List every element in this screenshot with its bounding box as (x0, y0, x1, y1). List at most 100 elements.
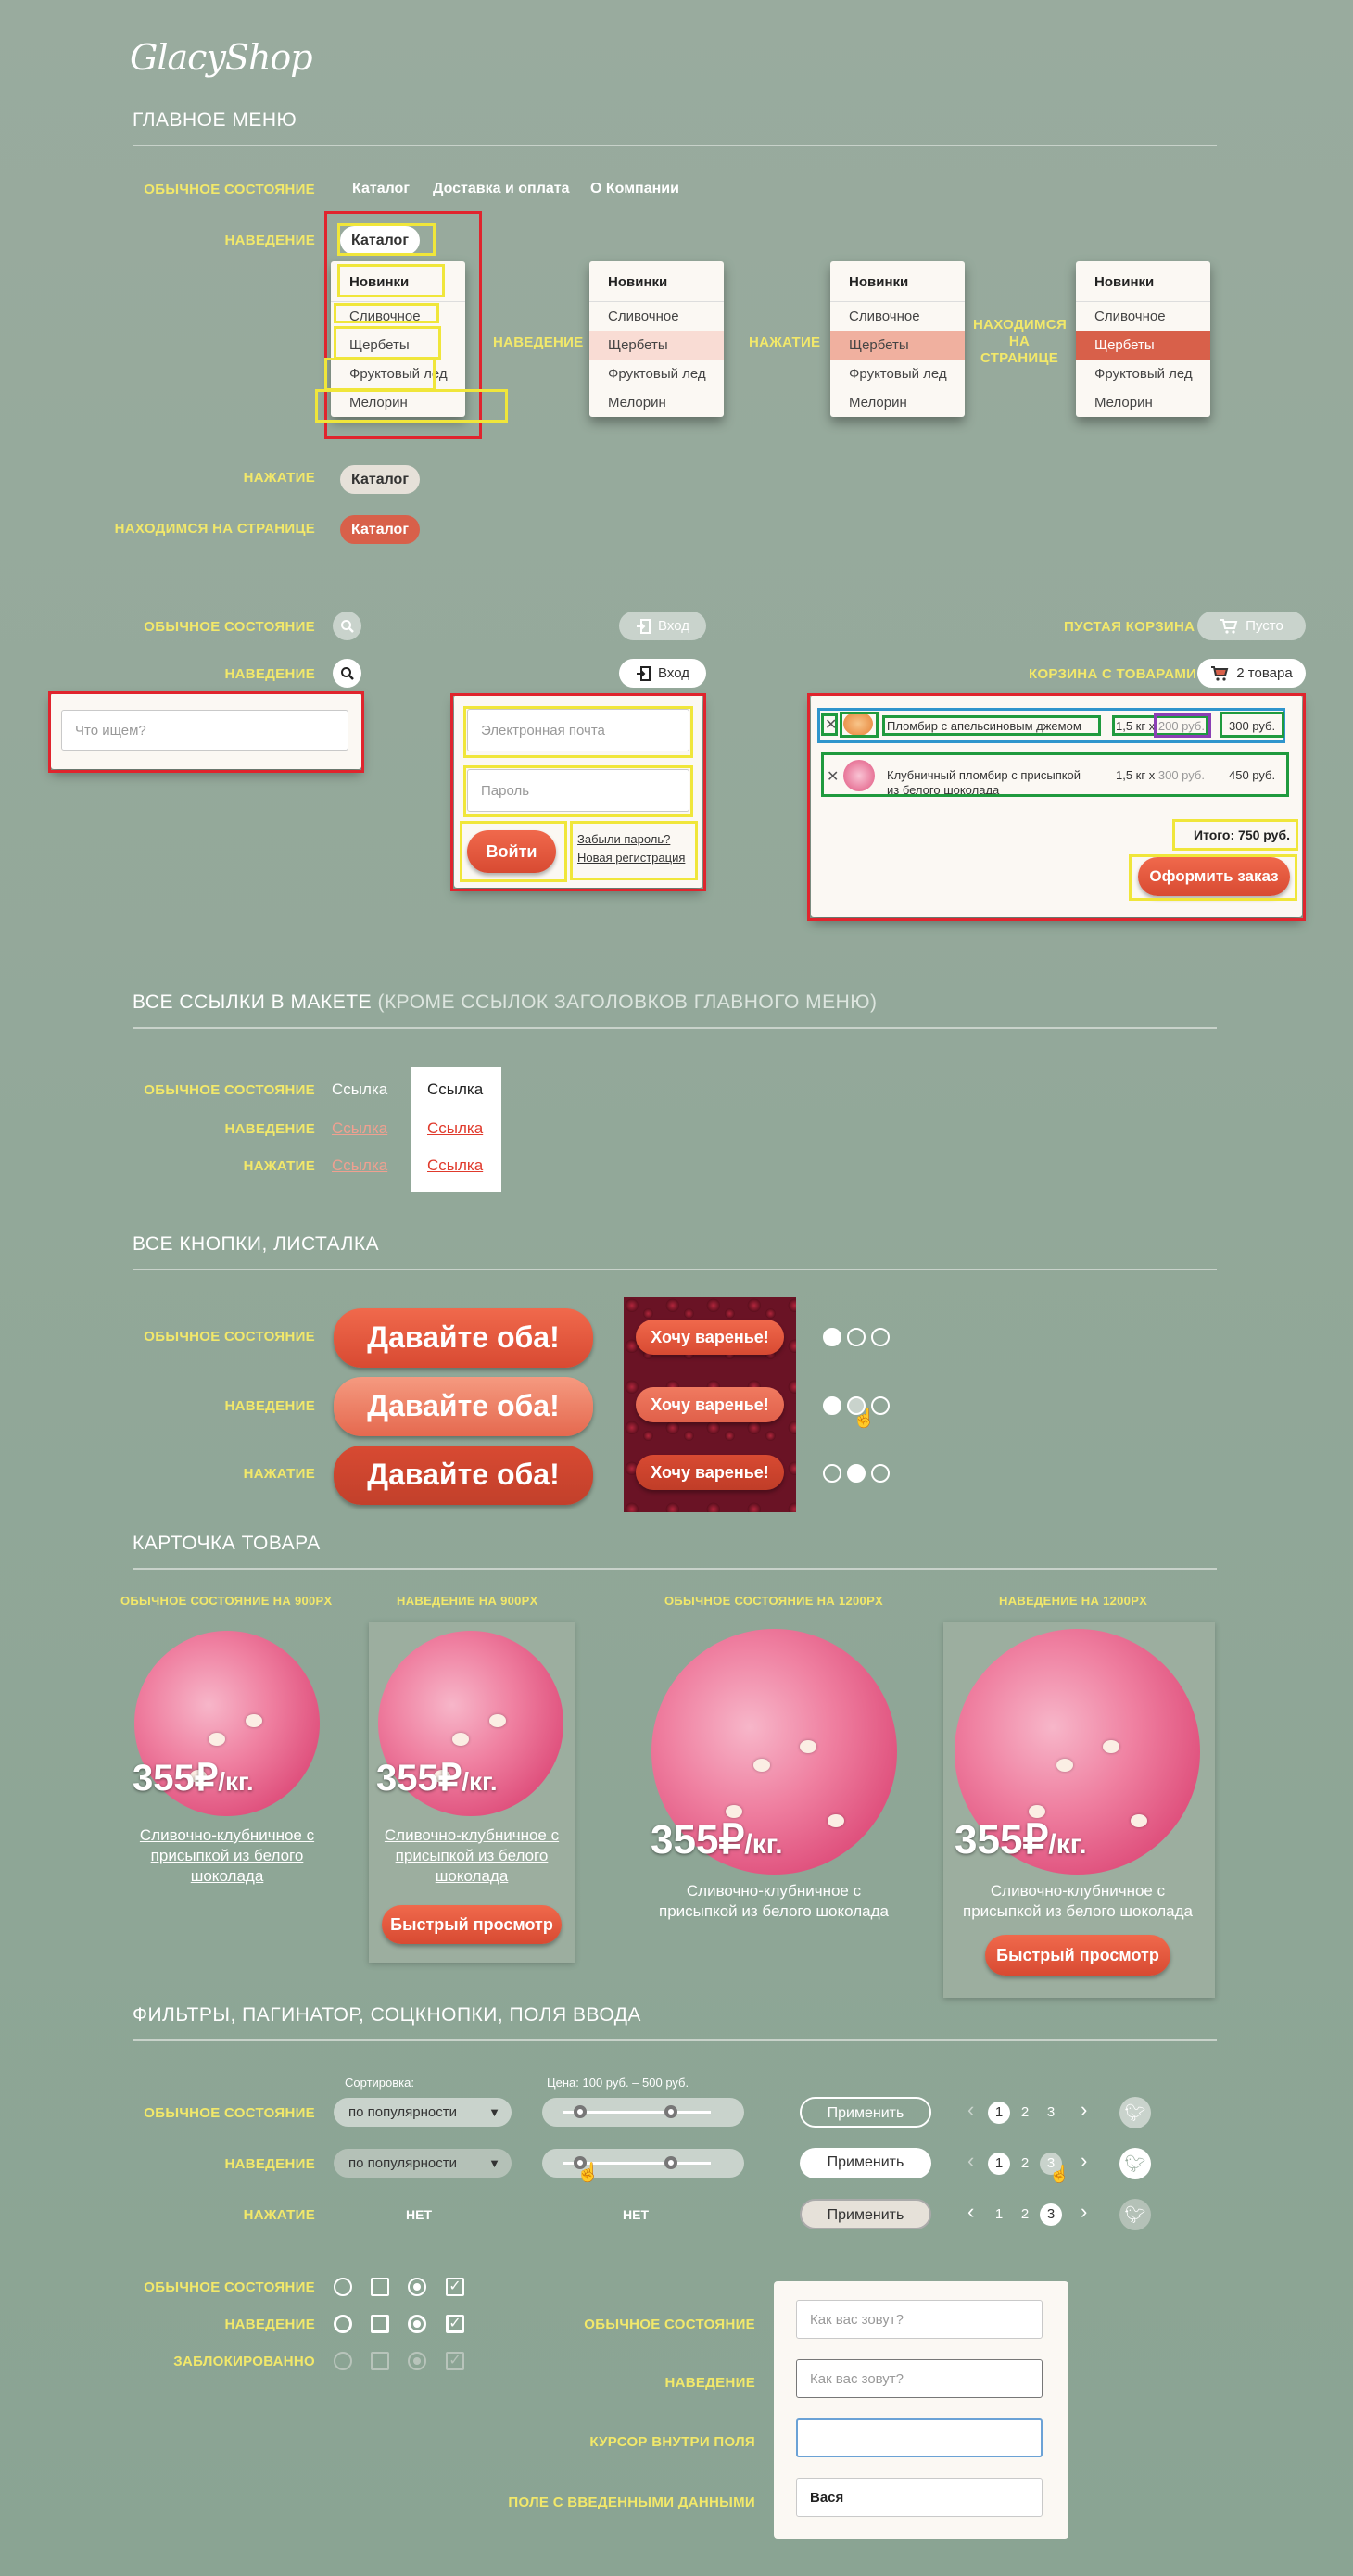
checkbox-unchecked[interactable] (371, 2315, 389, 2333)
checkbox-unchecked[interactable] (371, 2278, 389, 2296)
twitter-button[interactable]: 🐦︎ (1119, 2148, 1151, 2179)
dropdown-item[interactable]: Мелорин (1076, 388, 1210, 417)
name-field[interactable]: Вася (796, 2478, 1043, 2517)
product-name[interactable]: Сливочно-клубничное с присыпкой из белог… (649, 1881, 899, 1922)
next-page[interactable]: › (1081, 2098, 1087, 2122)
quick-view-button[interactable]: Быстрый просмотр (985, 1935, 1170, 1976)
prev-page[interactable]: ‹ (967, 2200, 974, 2224)
radio-unchecked[interactable] (334, 2278, 352, 2296)
state-label-hover-900: НАВЕДЕНИЕ НА 900PX (397, 1594, 538, 1608)
slider-dot[interactable] (823, 1328, 841, 1346)
dropdown-item[interactable]: Новинки (589, 269, 724, 302)
prev-page[interactable]: ‹ (967, 2098, 974, 2122)
link-hover[interactable]: Ссылка (427, 1119, 483, 1138)
slider-handle[interactable] (664, 2156, 677, 2169)
twitter-button[interactable]: 🐦︎ (1119, 2199, 1151, 2230)
price-value: 355₽ (133, 1758, 219, 1799)
price-slider[interactable] (542, 2149, 744, 2178)
login-button[interactable]: Вход (619, 659, 706, 688)
primary-big-button[interactable]: Давайте оба! (334, 1446, 593, 1505)
search-button[interactable] (333, 659, 361, 688)
quick-view-button[interactable]: Быстрый просмотр (382, 1905, 562, 1944)
sort-select[interactable]: по популярности ▼ (334, 2098, 512, 2127)
link-hover[interactable]: Ссылка (332, 1119, 387, 1138)
search-button[interactable] (333, 612, 361, 640)
dropdown-item[interactable]: Фруктовый лед (589, 360, 724, 388)
page-2[interactable]: 2 (1014, 2203, 1036, 2226)
apply-button[interactable]: Применить (800, 2097, 931, 2128)
dropdown-item[interactable]: Сливочное (1076, 302, 1210, 331)
page-1[interactable]: 1 (988, 2102, 1010, 2124)
sort-select[interactable]: по популярности ▼ (334, 2149, 512, 2178)
dropdown-item[interactable]: Щербеты (589, 331, 724, 360)
slider-dot[interactable] (823, 1396, 841, 1415)
state-label-normal: ОБЫЧНОЕ СОСТОЯНИЕ (144, 619, 315, 635)
page-1[interactable]: 1 (988, 2203, 1010, 2226)
apply-button[interactable]: Применить (800, 2199, 931, 2229)
dropdown-item[interactable]: Щербеты (1076, 331, 1210, 360)
dropdown-item[interactable]: Сливочное (589, 302, 724, 331)
link-press[interactable]: Ссылка (332, 1156, 387, 1175)
page-2[interactable]: 2 (1014, 2153, 1036, 2175)
slide-button[interactable]: Хочу варенье! (636, 1455, 784, 1490)
cart-button[interactable]: 2 товара (1197, 659, 1306, 688)
page-3[interactable]: 3 (1040, 2102, 1062, 2124)
checkbox-checked[interactable]: ✓ (446, 2278, 464, 2296)
annotation-box (821, 752, 1289, 797)
page-2[interactable]: 2 (1014, 2102, 1036, 2124)
dropdown-item[interactable]: Новинки (1076, 269, 1210, 302)
slider-dot[interactable] (847, 1464, 866, 1483)
link-normal[interactable]: Ссылка (332, 1080, 387, 1099)
page-3[interactable]: 3 (1040, 2203, 1062, 2226)
slider-dot[interactable] (847, 1328, 866, 1346)
radio-checked[interactable] (408, 2315, 426, 2333)
nav-catalog-current[interactable]: Каталог (340, 515, 420, 544)
next-page[interactable]: › (1081, 2200, 1087, 2224)
name-field[interactable] (796, 2418, 1043, 2457)
page-1[interactable]: 1 (988, 2153, 1010, 2175)
name-field[interactable]: Как вас зовут? (796, 2300, 1043, 2339)
slider-handle[interactable] (574, 2105, 587, 2118)
product-name[interactable]: Сливочно-клубничное с присыпкой из белог… (953, 1881, 1203, 1922)
state-label-hover: НАВЕДЕНИЕ (224, 1398, 315, 1414)
checkbox-checked[interactable]: ✓ (446, 2315, 464, 2333)
nav-about[interactable]: О Компании (590, 181, 679, 197)
primary-big-button[interactable]: Давайте оба! (334, 1377, 593, 1436)
dropdown-item[interactable]: Сливочное (830, 302, 965, 331)
login-button[interactable]: Вход (619, 612, 706, 640)
radio-checked[interactable] (408, 2278, 426, 2296)
prev-page[interactable]: ‹ (967, 2149, 974, 2173)
slider-dot[interactable] (871, 1328, 890, 1346)
dropdown-item[interactable]: Мелорин (830, 388, 965, 417)
dropdown-menu: Новинки Сливочное Щербеты Фруктовый лед … (1076, 261, 1210, 417)
dropdown-item[interactable]: Новинки (830, 269, 965, 302)
slider-dot[interactable] (871, 1464, 890, 1483)
product-name[interactable]: Сливочно-клубничное с присыпкой из белог… (374, 1825, 569, 1887)
chevron-down-icon: ▼ (488, 2156, 500, 2170)
product-name[interactable]: Сливочно-клубничное с присыпкой из белог… (130, 1825, 324, 1887)
slider-dot[interactable] (823, 1464, 841, 1483)
dropdown-item[interactable]: Мелорин (589, 388, 724, 417)
price-slider[interactable] (542, 2098, 744, 2127)
slide-button[interactable]: Хочу варенье! (636, 1387, 784, 1422)
radio-checked (408, 2352, 426, 2370)
twitter-button[interactable]: 🐦︎ (1119, 2097, 1151, 2128)
link-press[interactable]: Ссылка (427, 1156, 483, 1175)
slider-handle[interactable] (664, 2105, 677, 2118)
dropdown-item[interactable]: Фруктовый лед (830, 360, 965, 388)
apply-button[interactable]: Применить (800, 2148, 931, 2178)
slide-button[interactable]: Хочу варенье! (636, 1320, 784, 1355)
logo[interactable]: GlacyShop (130, 37, 313, 78)
cart-button[interactable]: Пусто (1197, 612, 1306, 640)
link-normal[interactable]: Ссылка (427, 1080, 483, 1099)
next-page[interactable]: › (1081, 2149, 1087, 2173)
nav-catalog-pressed[interactable]: Каталог (340, 465, 420, 494)
nav-catalog[interactable]: Каталог (352, 181, 410, 197)
primary-big-button[interactable]: Давайте оба! (334, 1308, 593, 1368)
dropdown-item[interactable]: Щербеты (830, 331, 965, 360)
nav-delivery[interactable]: Доставка и оплата (433, 181, 570, 197)
state-label-hover: НАВЕДЕНИЕ (224, 233, 315, 248)
radio-unchecked[interactable] (334, 2315, 352, 2333)
name-field[interactable]: Как вас зовут? (796, 2359, 1043, 2398)
dropdown-item[interactable]: Фруктовый лед (1076, 360, 1210, 388)
